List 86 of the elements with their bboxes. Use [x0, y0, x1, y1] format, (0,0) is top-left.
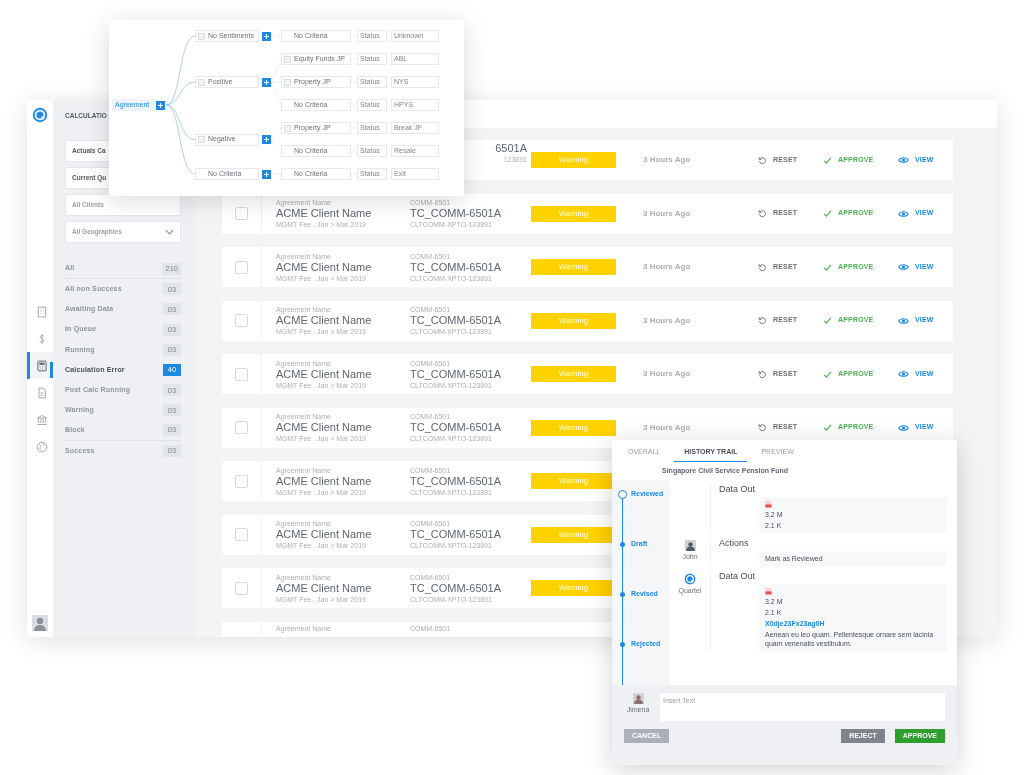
agreement-code: TC_COMM-6501A	[410, 474, 502, 488]
client-name: ACME Client Name	[276, 260, 373, 274]
check-icon	[823, 155, 832, 165]
node-icon	[198, 136, 205, 143]
status-badge: Warning	[531, 366, 616, 382]
time-ago: 3 Hours Ago	[643, 368, 692, 380]
eye-icon	[898, 156, 909, 164]
connector-line	[271, 127, 282, 140]
connector-line	[271, 139, 282, 152]
client-name: ACME Client Name	[276, 581, 373, 595]
client-name: ACME Client Name	[276, 474, 373, 488]
reset-icon	[758, 262, 767, 272]
checkbox[interactable]	[235, 367, 248, 381]
entry-title: Data Out	[719, 571, 757, 582]
selection-bar	[50, 361, 53, 378]
plus-icon[interactable]	[156, 100, 165, 110]
time-ago: 3 Hours Ago	[643, 261, 692, 273]
agreement-code: 6501A	[495, 142, 527, 155]
agreement-code: TC_COMM-6501A	[410, 581, 502, 595]
checkbox[interactable]	[235, 474, 248, 488]
eye-icon	[898, 316, 909, 325]
agreement-code: TC_COMM-6501A	[410, 367, 502, 381]
node-icon	[198, 32, 205, 40]
file-icon[interactable]	[765, 587, 772, 595]
nav-item[interactable]	[27, 352, 53, 379]
time-ago: 3 Hours Ago	[643, 207, 692, 220]
eye-icon	[898, 263, 909, 271]
building-icon	[35, 305, 48, 318]
file-icon[interactable]	[765, 500, 772, 508]
agreement-code: TC_COMM-6501A	[410, 528, 502, 541]
plus-icon[interactable]	[262, 135, 271, 144]
node-icon	[284, 55, 291, 63]
node-icon	[284, 124, 291, 132]
check-icon	[823, 369, 832, 379]
plus-icon[interactable]	[262, 77, 271, 87]
time-ago: 3 Hours Ago	[643, 421, 692, 434]
client-name: ACME Client Name	[276, 314, 373, 327]
checkbox[interactable]	[235, 421, 248, 434]
check-icon	[823, 423, 832, 432]
reset-icon	[758, 423, 767, 432]
node-icon	[284, 78, 291, 86]
reset-icon	[758, 209, 767, 218]
reset-icon	[758, 316, 767, 325]
plus-icon[interactable]	[262, 169, 271, 179]
checkbox[interactable]	[235, 528, 248, 541]
client-name: ACME Client Name	[276, 421, 373, 434]
client-name: ACME Client Name	[276, 207, 373, 220]
status-badge: Warning	[531, 259, 616, 275]
reset-icon	[758, 369, 767, 379]
logo-icon	[684, 573, 696, 585]
status-badge: Warning	[531, 312, 616, 329]
agreement-code: TC_COMM-6501A	[410, 207, 502, 220]
bank-icon	[35, 413, 48, 426]
avatar	[684, 540, 696, 551]
check-icon	[823, 316, 832, 325]
entry-title: Actions	[719, 538, 750, 549]
node-icon	[198, 78, 205, 86]
check-icon	[823, 209, 832, 218]
client-name: ACME Client Name	[276, 367, 373, 381]
eye-icon	[898, 209, 909, 218]
time-ago: 3 Hours Ago	[643, 314, 692, 327]
plus-icon[interactable]	[262, 31, 271, 41]
document-icon	[35, 386, 48, 399]
client-name: ACME Client Name	[276, 528, 373, 541]
reset-icon	[758, 155, 767, 165]
avatar[interactable]	[32, 615, 48, 631]
checkbox[interactable]	[235, 314, 248, 327]
agreement-code: TC_COMM-6501A	[410, 421, 502, 434]
status-badge: Warning	[531, 205, 616, 222]
status-badge: Warning	[531, 152, 616, 168]
agreement-code: TC_COMM-6501A	[410, 314, 502, 327]
checkbox[interactable]	[235, 581, 248, 595]
avatar	[632, 693, 644, 704]
status-badge: Warning	[531, 419, 616, 436]
chevron-down-icon	[165, 229, 174, 235]
calculator-icon	[35, 359, 48, 372]
checkbox[interactable]	[235, 260, 248, 274]
eye-icon	[898, 423, 909, 432]
checkbox[interactable]	[235, 207, 248, 220]
agreement-code: TC_COMM-6501A	[410, 260, 502, 274]
time-ago: 3 Hours Ago	[643, 154, 692, 166]
check-icon	[823, 262, 832, 272]
eye-icon	[898, 370, 909, 378]
globe-icon	[35, 440, 48, 453]
logo-icon	[32, 107, 48, 123]
entry-title: Data Out	[719, 484, 757, 495]
